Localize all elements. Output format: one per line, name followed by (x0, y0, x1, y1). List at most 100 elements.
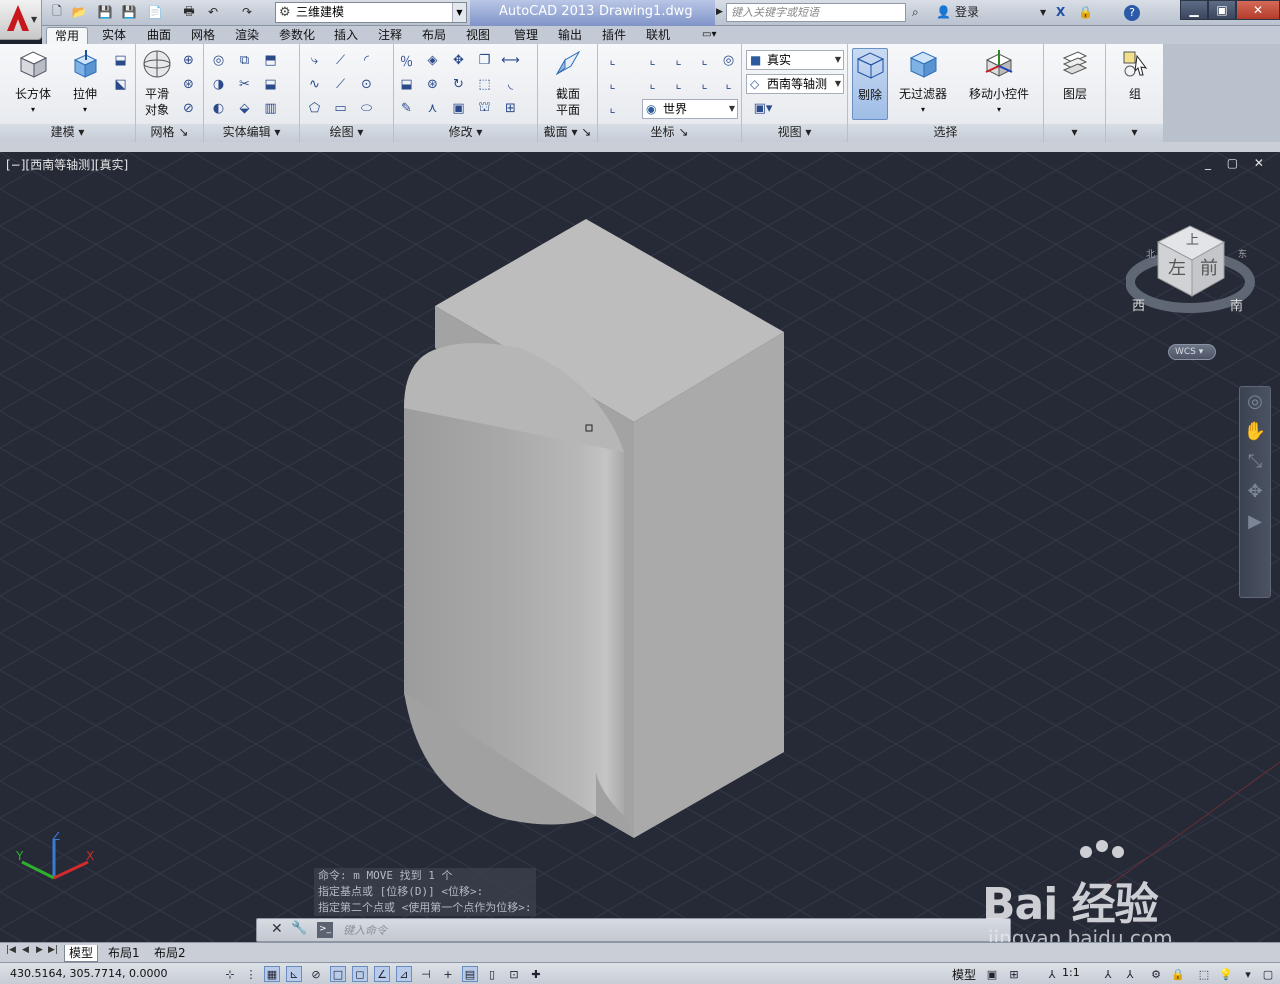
lineweight-icon[interactable]: + (440, 966, 456, 982)
ucs-previous-icon[interactable]: ⌞ (642, 74, 663, 95)
tab-solid[interactable]: 实体 (102, 27, 126, 44)
selection-cycling-icon[interactable]: ⊡ (506, 966, 522, 982)
tab-model[interactable]: 模型 (64, 945, 99, 962)
polyline-icon[interactable]: ⤷ (304, 50, 325, 71)
status-menu-icon[interactable]: ▾ (1240, 966, 1256, 982)
fillet-icon[interactable]: ◟ (500, 74, 521, 95)
pan-icon[interactable]: ✋ (1240, 417, 1270, 447)
lock-icon[interactable]: 🔒 (1078, 3, 1093, 22)
tab-layout1[interactable]: 布局1 (108, 945, 140, 962)
compass-west[interactable]: 西 (1132, 299, 1145, 314)
tab-layout2[interactable]: 布局2 (154, 945, 186, 962)
first-tab-icon[interactable]: |◀ (6, 945, 16, 955)
viewport-config-icon[interactable]: ▣▾ (748, 98, 778, 119)
extrude-button[interactable]: 拉伸 ▾ (60, 48, 110, 118)
solid-model[interactable] (0, 152, 1280, 942)
annotation-visibility-icon[interactable]: ⅄ (1100, 966, 1116, 982)
undo-icon[interactable]: ↶ (204, 3, 222, 21)
last-tab-icon[interactable]: ▶| (48, 945, 58, 955)
ucs-dropdown[interactable]: ◉ 世界 ▼ (642, 99, 738, 119)
erase-icon[interactable]: ✎ (396, 98, 417, 119)
convert-icon[interactable]: ⛫ (474, 98, 495, 119)
new-file-icon[interactable]: 🗋 (48, 3, 66, 21)
compass-south[interactable]: 南 (1230, 298, 1243, 314)
line-icon[interactable]: ⟋ (330, 50, 351, 71)
smooth-object-button[interactable]: 平滑 对象 (138, 48, 176, 118)
3d-polyline-icon[interactable]: ⟋ (330, 74, 351, 95)
stretch-icon[interactable]: ⟷ (500, 50, 521, 71)
ucs-icon[interactable]: ⌞ (602, 50, 623, 71)
viewport-label[interactable]: [−][西南等轴测][真实] (6, 156, 128, 173)
login-dropdown-icon[interactable]: ▼ (1040, 3, 1046, 22)
fillet-edge-icon[interactable]: ％ (396, 50, 417, 71)
extrude-faces-icon[interactable]: ⬒ (260, 50, 281, 71)
ucs-3point-icon[interactable]: ⌞ (668, 74, 689, 95)
transparency-icon[interactable]: ▤ (462, 966, 478, 982)
hardware-acceleration-icon[interactable]: ⬚ (1196, 966, 1212, 982)
mesh-add-icon[interactable]: ⊕ (178, 50, 199, 71)
panel-expand-groups[interactable]: ▾ (1106, 124, 1163, 142)
thicken-icon[interactable]: ⬙ (234, 98, 255, 119)
toolbar-lock-icon[interactable]: 🔒 (1170, 966, 1186, 982)
annotation-scale-value[interactable]: 1:1 (1062, 966, 1080, 979)
section-plane-button[interactable]: 截面 平面 (542, 48, 594, 118)
mesh-crease-icon[interactable]: ⊘ (178, 98, 199, 119)
shell-icon[interactable]: ▥ (260, 98, 281, 119)
ducs-icon[interactable]: ⊿ (396, 966, 412, 982)
intersect-icon[interactable]: ◐ (208, 98, 229, 119)
mesh-refine-icon[interactable]: ⊛ (178, 74, 199, 95)
close-icon[interactable]: ✕ (271, 921, 283, 937)
group-button[interactable]: 组 (1114, 48, 1156, 102)
ucs-named-icon[interactable]: ⌞ (602, 98, 623, 119)
cursor-coordinates[interactable]: 430.5164, 305.7714, 0.0000 (10, 967, 167, 980)
offset-icon[interactable]: ▣ (448, 98, 469, 119)
view-dropdown[interactable]: ◇ 西南等轴测 ▼ (746, 74, 844, 94)
compass-north[interactable]: 北 (1146, 249, 1155, 260)
panel-title-modeling[interactable]: 建模 ▾ (0, 124, 135, 142)
login-link[interactable]: 登录 (955, 3, 979, 22)
subtract-icon[interactable]: ◑ (208, 74, 229, 95)
clean-screen-icon[interactable]: ▢ (1260, 966, 1276, 982)
ucs-face-icon[interactable]: ⌞ (718, 74, 739, 95)
grid-icon[interactable]: ▦ (264, 966, 280, 982)
copy-icon[interactable]: ❐ (474, 50, 495, 71)
tab-parametric[interactable]: 参数化 (279, 27, 315, 44)
tab-plugins[interactable]: 插件 (602, 27, 626, 44)
quick-properties-icon[interactable]: ▯ (484, 966, 500, 982)
presspull-icon[interactable]: ⬓ (110, 50, 131, 71)
array-icon[interactable]: ⊞ (500, 98, 521, 119)
application-menu-button[interactable]: ▼ (0, 0, 42, 40)
zoom-icon[interactable]: ⤡ (1240, 447, 1270, 477)
rectangle-icon[interactable]: ▭ (330, 98, 351, 119)
separate-icon[interactable]: ⬓ (260, 74, 281, 95)
arc-icon[interactable]: ◜ (356, 50, 377, 71)
union-icon[interactable]: ◎ (208, 50, 229, 71)
quick-view-layouts-icon[interactable]: ▣ (984, 966, 1000, 982)
minimize-button[interactable]: ▁ (1180, 0, 1208, 20)
slice-icon[interactable]: ✂ (234, 74, 255, 95)
model-space-toggle[interactable]: 模型 (952, 966, 976, 983)
print-icon[interactable]: 🖶 (180, 3, 198, 21)
tab-insert[interactable]: 插入 (334, 27, 358, 44)
tab-output[interactable]: 输出 (558, 27, 582, 44)
search-input[interactable]: 键入关键字或短语 (726, 3, 906, 22)
gizmo-button[interactable]: 移动小控件 ▾ (966, 48, 1032, 118)
search-arrow-icon[interactable]: ▶ (716, 3, 723, 22)
tab-surface[interactable]: 曲面 (147, 27, 171, 44)
prev-tab-icon[interactable]: ◀ (22, 945, 29, 955)
move-icon[interactable]: ✥ (448, 50, 469, 71)
osnap-icon[interactable]: □ (330, 966, 346, 982)
save-as-icon[interactable]: 💾 (120, 3, 138, 21)
command-prompt-icon[interactable]: >_ (317, 922, 333, 938)
annotation-monitor-icon[interactable]: ✚ (528, 966, 544, 982)
scale-icon[interactable]: ⬚ (474, 74, 495, 95)
steering-wheel-icon[interactable]: ◎ (1240, 387, 1270, 417)
compass-east[interactable]: 东 (1238, 248, 1247, 260)
redo-icon[interactable]: ↷ (238, 3, 256, 21)
command-input[interactable]: 键入命令 (343, 922, 387, 938)
dyn-icon[interactable]: ⊣ (418, 966, 434, 982)
no-filter-button[interactable]: 无过滤器 ▾ (894, 48, 952, 118)
next-tab-icon[interactable]: ▶ (36, 945, 43, 955)
tab-manage[interactable]: 管理 (514, 27, 538, 44)
exchange-icon[interactable]: X (1056, 3, 1065, 22)
